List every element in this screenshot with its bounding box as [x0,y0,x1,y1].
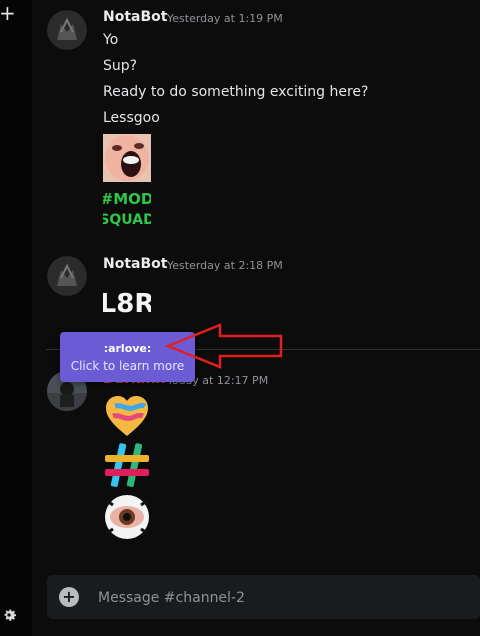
svg-text:#MOD: #MOD [103,190,151,208]
l8r-emoji[interactable]: L8R [103,276,151,324]
screaming-face-emoji[interactable] [103,134,151,182]
annotation-arrow-icon [164,323,283,369]
mod-squad-emoji[interactable]: #MOD SQUAD [103,182,151,230]
gear-icon[interactable] [0,606,18,624]
server-rail: + [0,0,32,636]
svg-text:SQUAD: SQUAD [103,212,151,228]
username[interactable]: NotaBot [103,9,167,25]
timestamp: Yesterday at 1:19 PM [167,12,283,25]
message-text: Lessgoo [103,110,160,126]
heart-emoji[interactable] [103,392,151,440]
message-input[interactable] [96,583,460,613]
message-text: Sup? [103,58,138,74]
plus-circle-icon[interactable]: + [59,587,79,607]
svg-text:L8R: L8R [103,289,151,319]
message-text: Ready to do something exciting here? [103,84,369,100]
timestamp: Yesterday at 2:18 PM [167,259,283,272]
message-text: Yo [103,32,119,48]
plus-icon[interactable]: + [0,2,19,24]
avatar[interactable] [47,256,87,296]
hashtag-emoji[interactable] [103,441,151,489]
username[interactable]: NotaBot [103,256,167,272]
message-composer: + [47,575,480,619]
eye-emoji[interactable] [103,493,151,541]
avatar[interactable] [47,10,87,50]
